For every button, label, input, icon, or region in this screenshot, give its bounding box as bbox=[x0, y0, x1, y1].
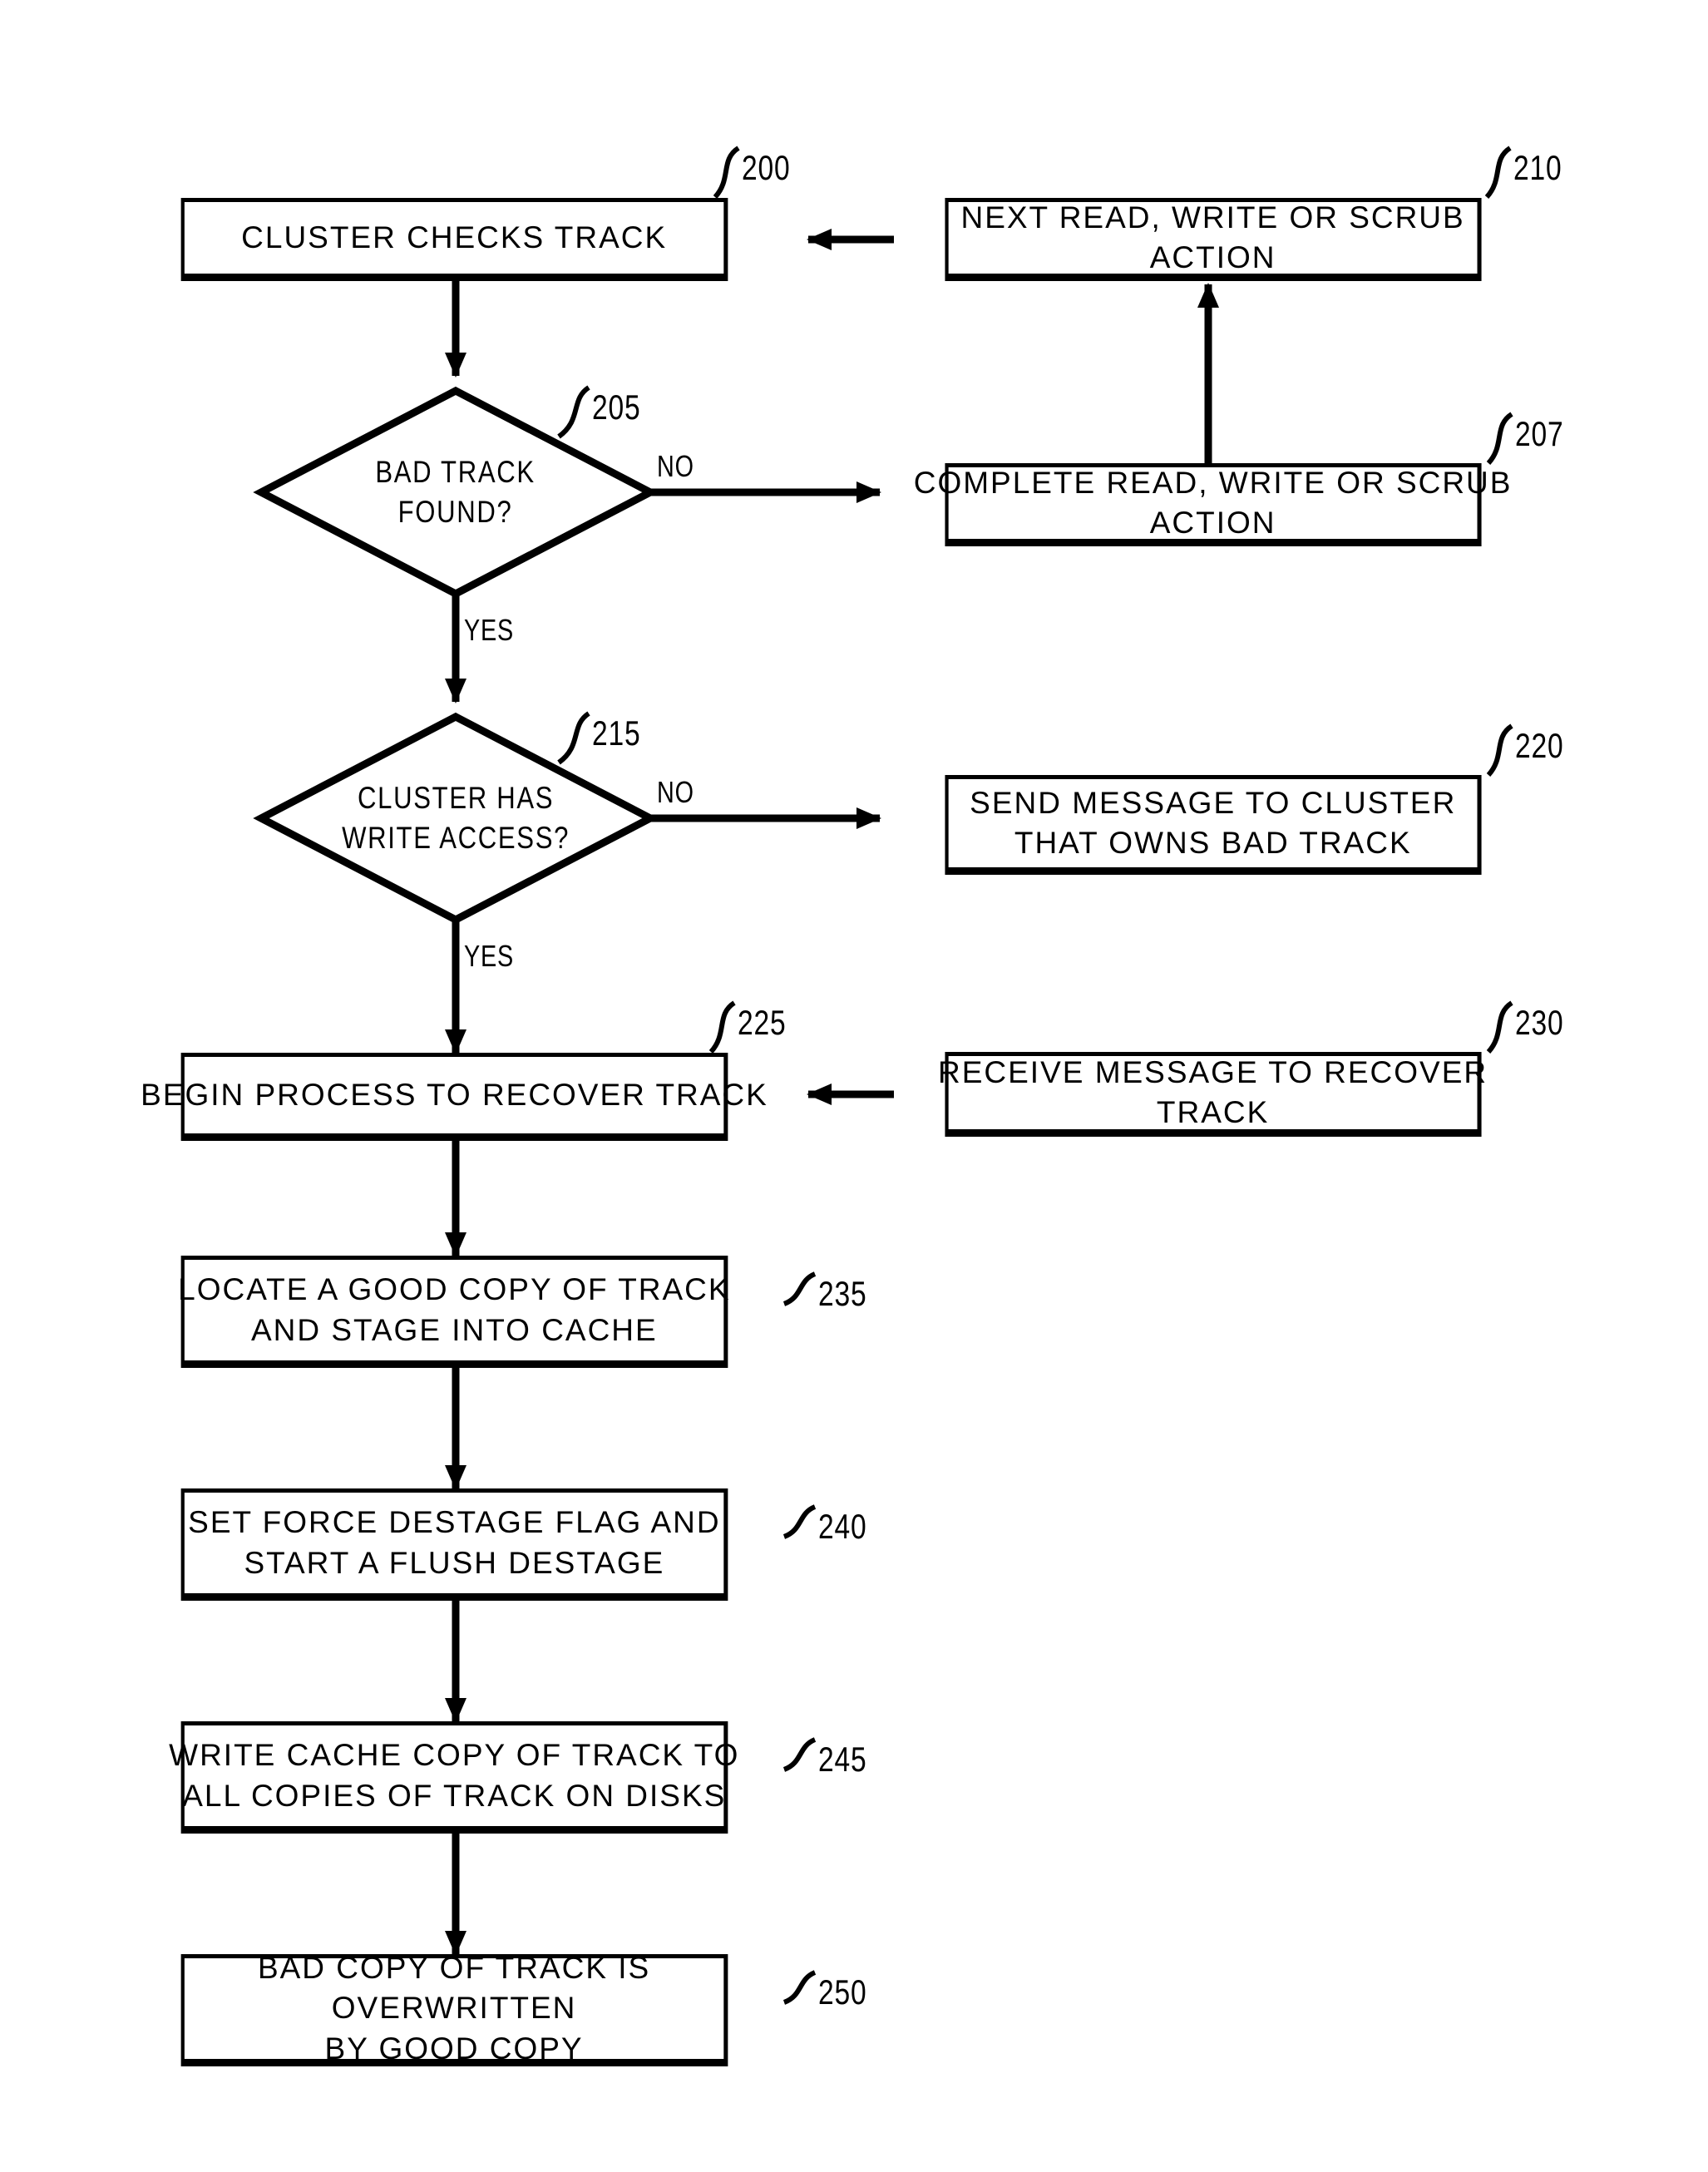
process-box-225: BEGIN PROCESS TO RECOVER TRACK bbox=[141, 1053, 766, 1141]
process-box-235-label: LOCATE A GOOD COPY OF TRACK AND STAGE IN… bbox=[177, 1272, 731, 1347]
leader-line-200 bbox=[713, 146, 740, 200]
process-box-220: SEND MESSAGE TO CLUSTER THAT OWNS BAD TR… bbox=[945, 775, 1482, 875]
process-box-220-label: SEND MESSAGE TO CLUSTER THAT OWNS BAD TR… bbox=[970, 785, 1457, 860]
process-box-200: CLUSTER CHECKS TRACK bbox=[180, 198, 728, 281]
reference-numeral-230: 230 bbox=[1515, 1003, 1564, 1042]
reference-numeral-245: 245 bbox=[818, 1740, 867, 1779]
reference-numeral-250: 250 bbox=[818, 1972, 867, 2012]
reference-numeral-225: 225 bbox=[738, 1003, 787, 1042]
process-box-230-label: RECEIVE MESSAGE TO RECOVER TRACK bbox=[938, 1054, 1488, 1129]
leader-line-220 bbox=[1486, 723, 1513, 777]
reference-numeral-200: 200 bbox=[742, 148, 791, 187]
reference-numeral-207: 207 bbox=[1515, 414, 1564, 453]
process-box-240: SET FORCE DESTAGE FLAG AND START A FLUSH… bbox=[180, 1488, 728, 1601]
leader-line-240 bbox=[782, 1504, 817, 1539]
edge-label-cluster-has-write-access-no: NO bbox=[657, 775, 694, 809]
process-box-210-label: NEXT READ, WRITE OR SCRUB ACTION bbox=[960, 200, 1465, 274]
reference-numeral-205: 205 bbox=[592, 388, 641, 427]
leader-line-250 bbox=[782, 1970, 817, 2005]
reference-numeral-240: 240 bbox=[818, 1507, 867, 1546]
process-box-250: BAD COPY OF TRACK IS OVERWRITTEN BY GOOD… bbox=[180, 1951, 728, 2066]
process-box-235: LOCATE A GOOD COPY OF TRACK AND STAGE IN… bbox=[177, 1256, 731, 1368]
process-box-240-label: SET FORCE DESTAGE FLAG AND START A FLUSH… bbox=[187, 1505, 721, 1580]
edge-label-cluster-has-write-access-yes: YES bbox=[464, 939, 515, 973]
leader-line-225 bbox=[708, 1000, 736, 1054]
edge-label-bad-track-found-no: NO bbox=[657, 449, 694, 483]
reference-numeral-235: 235 bbox=[818, 1274, 867, 1313]
reference-numeral-215: 215 bbox=[592, 713, 641, 753]
leader-line-230 bbox=[1486, 1000, 1513, 1054]
leader-line-215 bbox=[557, 711, 590, 765]
patent-flowchart-figure: CLUSTER CHECKS TRACK NEXT READ, WRITE OR… bbox=[0, 0, 1708, 2172]
leader-line-205 bbox=[557, 385, 590, 439]
process-box-250-label: BAD COPY OF TRACK IS OVERWRITTEN BY GOOD… bbox=[257, 1951, 651, 2066]
process-box-210: NEXT READ, WRITE OR SCRUB ACTION bbox=[945, 198, 1482, 281]
process-box-230: RECEIVE MESSAGE TO RECOVER TRACK bbox=[938, 1052, 1486, 1137]
edge-label-bad-track-found-yes: YES bbox=[464, 613, 515, 647]
reference-numeral-220: 220 bbox=[1515, 726, 1564, 765]
leader-line-245 bbox=[782, 1737, 817, 1772]
leader-line-210 bbox=[1484, 146, 1512, 200]
process-box-245: WRITE CACHE COPY OF TRACK TO ALL COPIES … bbox=[169, 1721, 738, 1834]
process-box-245-label: WRITE CACHE COPY OF TRACK TO ALL COPIES … bbox=[168, 1738, 740, 1813]
leader-line-235 bbox=[782, 1271, 817, 1306]
process-box-200-label: CLUSTER CHECKS TRACK bbox=[241, 220, 668, 254]
leader-line-207 bbox=[1486, 412, 1513, 466]
process-box-207: COMPLETE READ, WRITE OR SCRUB ACTION bbox=[914, 463, 1510, 546]
process-box-207-label: COMPLETE READ, WRITE OR SCRUB ACTION bbox=[913, 465, 1513, 540]
process-box-225-label: BEGIN PROCESS TO RECOVER TRACK bbox=[140, 1077, 768, 1112]
reference-numeral-210: 210 bbox=[1513, 148, 1562, 187]
